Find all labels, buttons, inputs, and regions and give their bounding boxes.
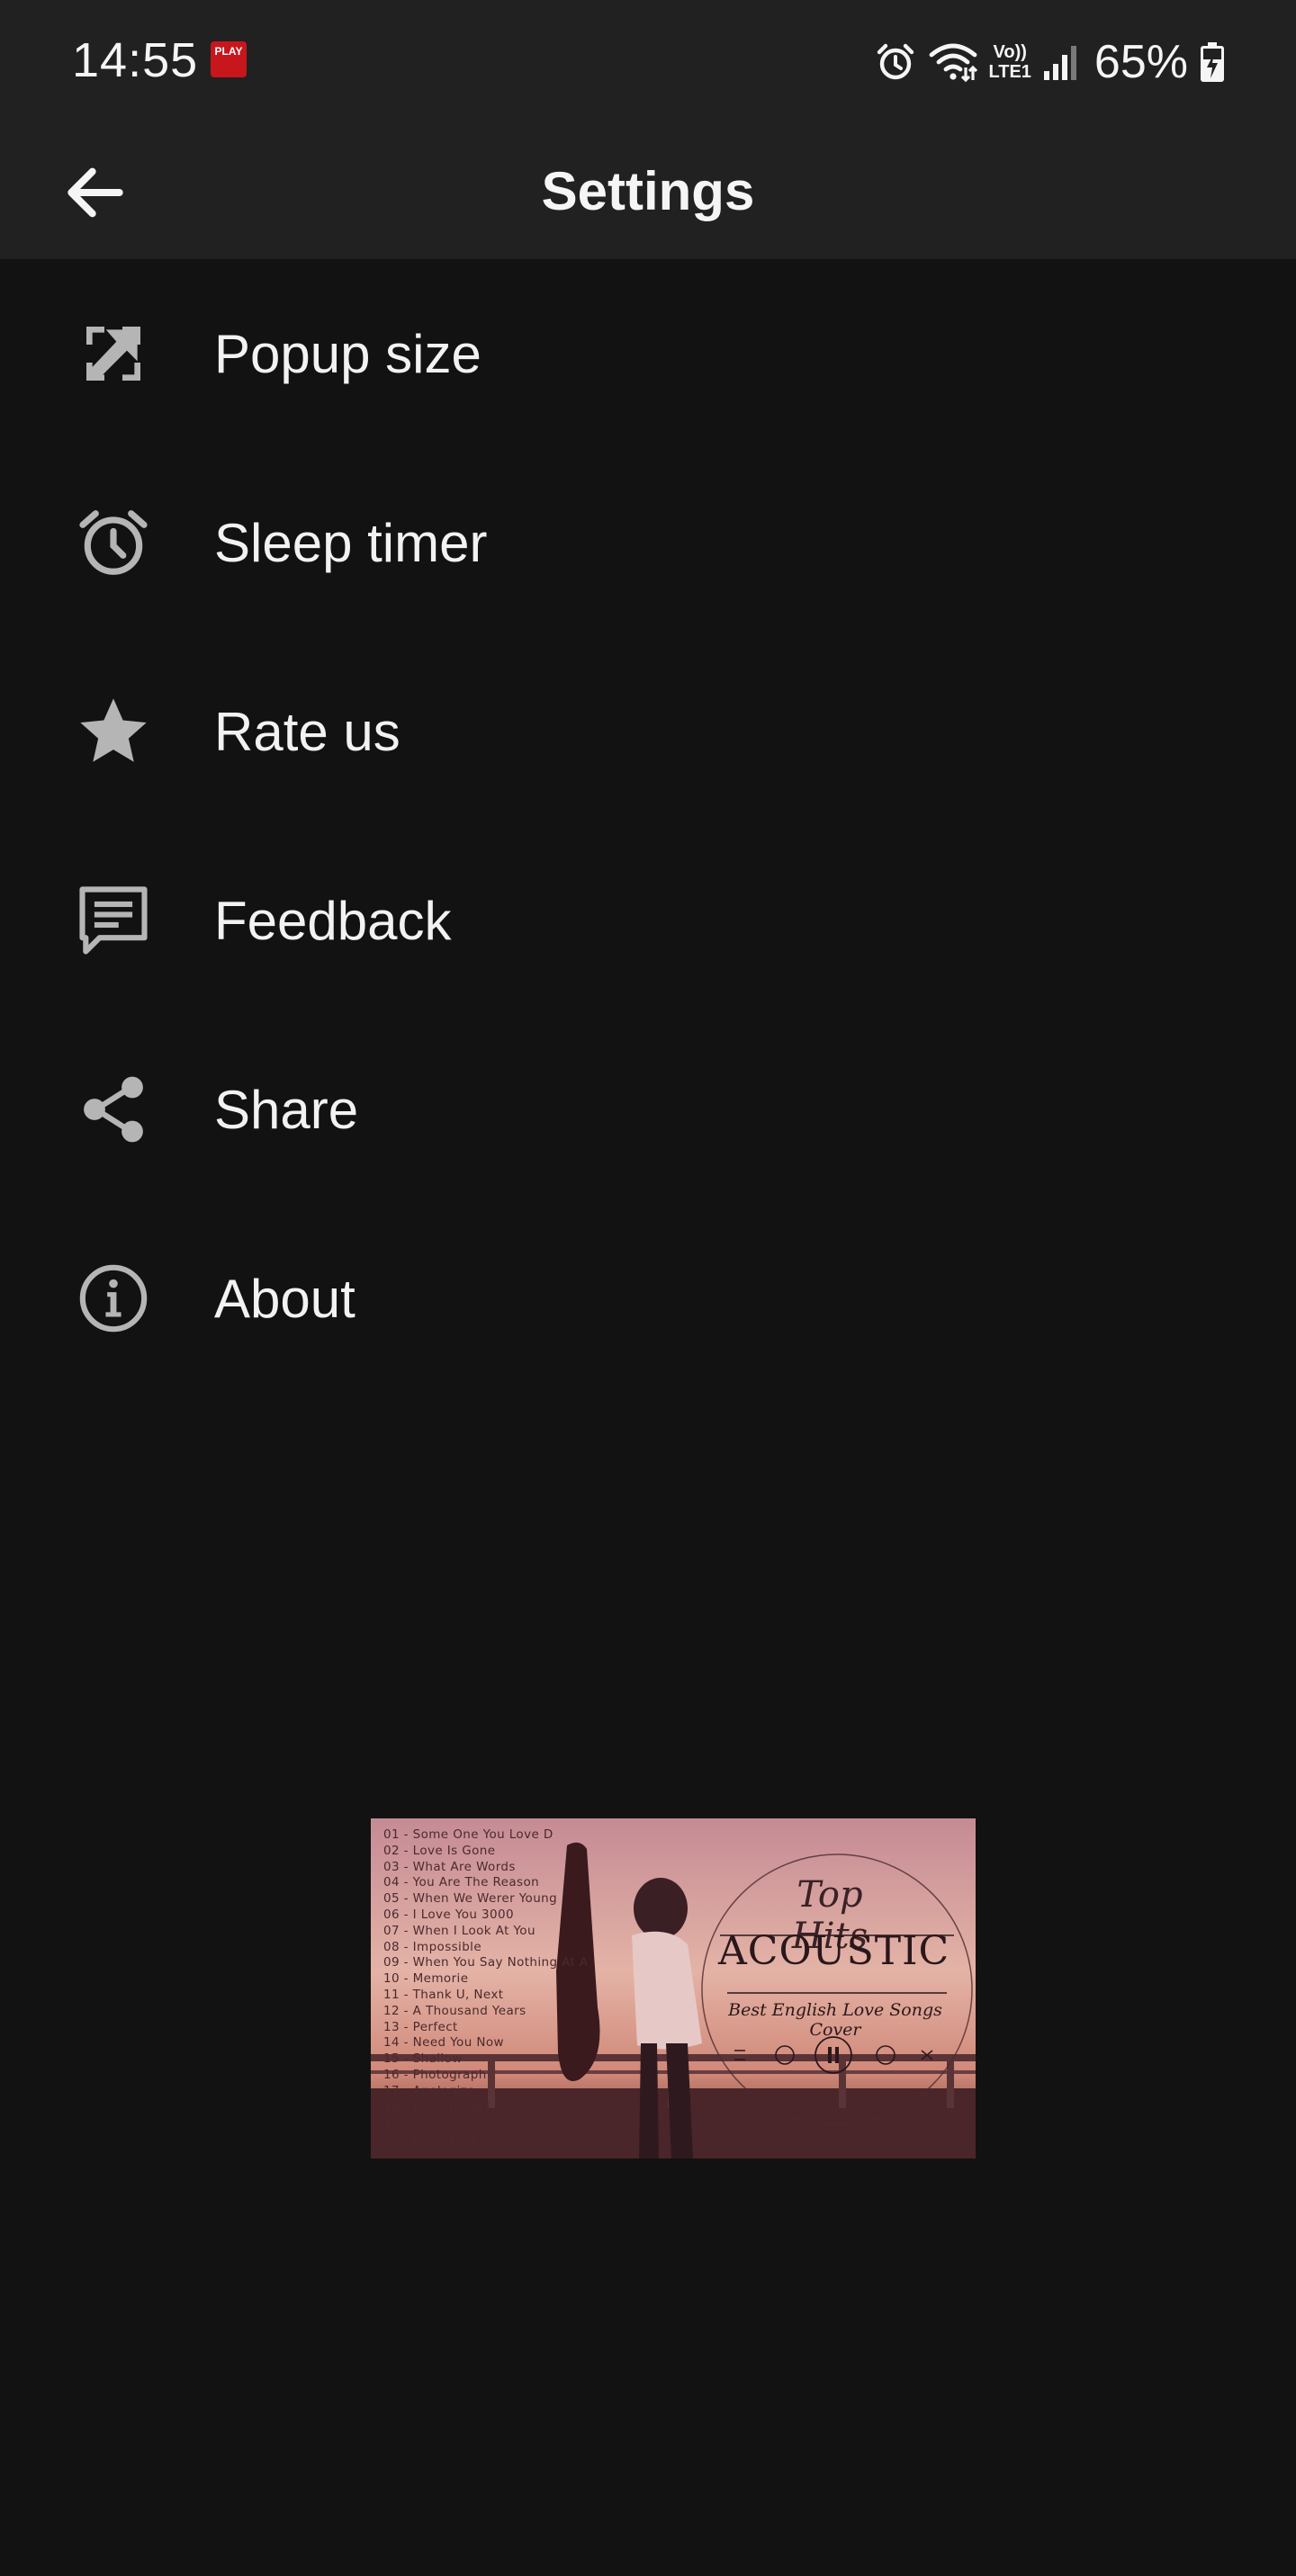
track-item: 06 - I Love You 3000	[383, 1907, 514, 1922]
menu-item-sleep-timer[interactable]: Sleep timer	[0, 448, 1296, 637]
track-item: 05 - When We Werer Young	[383, 1891, 558, 1907]
menu-item-label: Sleep timer	[214, 512, 488, 573]
track-item: 13 - Perfect	[383, 2019, 458, 2034]
track-item: 14 - Need You Now	[383, 2035, 504, 2051]
alarm-icon	[877, 43, 914, 80]
menu-item-popup-size[interactable]: Popup size	[0, 259, 1296, 448]
menu-item-label: Share	[214, 1079, 359, 1140]
volte-indicator: Vo)) LTE1	[988, 42, 1031, 82]
promo-title-line2: ACOUSTIC	[718, 1928, 950, 1974]
track-item: 07 - When I Look At You	[383, 1923, 536, 1938]
track-item: 17 - Apologize	[383, 2083, 476, 2098]
menu-item-rate-us[interactable]: Rate us	[0, 637, 1296, 826]
star-icon	[70, 688, 157, 775]
track-item: 20 - It Ain't Me	[383, 2132, 479, 2147]
promo-tracklist: 01 - Some One You Love D 02 - Love Is Go…	[383, 1827, 589, 2148]
track-item: 08 - Impossible	[383, 1939, 482, 1954]
track-item: 03 - What Are Words	[383, 1859, 516, 1874]
track-item: 12 - A Thousand Years	[383, 2003, 526, 2018]
menu-item-feedback[interactable]: Feedback	[0, 826, 1296, 1015]
play-app-notification-icon: PLAY	[211, 41, 247, 77]
share-icon	[70, 1066, 157, 1153]
alarm-clock-icon	[70, 499, 157, 586]
settings-menu: Popup size Sleep timer Rate us Feedback …	[0, 259, 1296, 1393]
track-item: 11 - Thank U, Next	[383, 1987, 504, 2002]
menu-item-label: Feedback	[214, 890, 452, 951]
page-title: Settings	[541, 161, 755, 221]
status-time: 14:55	[72, 33, 199, 87]
track-item: 04 - You Are The Reason	[383, 1875, 540, 1890]
track-item: 02 - Love Is Gone	[383, 1843, 496, 1858]
track-item: 15 - Shallow	[383, 2051, 463, 2067]
comment-icon	[70, 877, 157, 964]
status-bar: 14:55 PLAY Vo)) LTE1 65%	[0, 0, 1296, 124]
signal-icon	[1043, 46, 1076, 80]
menu-item-label: Popup size	[214, 323, 482, 384]
menu-item-label: About	[214, 1268, 356, 1329]
wifi-icon	[929, 43, 977, 83]
track-item: 19 - Me	[383, 2115, 432, 2131]
track-item: 01 - Some One You Love D	[383, 1827, 554, 1842]
track-item: 16 - Photograph	[383, 2067, 487, 2082]
menu-item-label: Rate us	[214, 701, 400, 762]
info-icon	[70, 1255, 157, 1342]
battery-charging-icon	[1201, 42, 1224, 82]
menu-item-share[interactable]: Share	[0, 1015, 1296, 1204]
status-icons: Vo)) LTE1 65%	[874, 32, 1227, 92]
promo-title-line3: Best English Love Songs Cover	[728, 2000, 942, 2040]
track-item: 09 - When You Say Nothing At A	[383, 1955, 589, 1970]
track-item: 18 - Everything I Do	[383, 2099, 512, 2114]
resize-icon	[70, 310, 157, 397]
track-item: 10 - Memorie	[383, 1971, 469, 1987]
promo-banner[interactable]: 01 - Some One You Love D 02 - Love Is Go…	[371, 1818, 976, 2159]
app-bar: Settings	[0, 124, 1296, 259]
menu-item-about[interactable]: About	[0, 1204, 1296, 1393]
battery-percent: 65%	[1094, 36, 1188, 88]
